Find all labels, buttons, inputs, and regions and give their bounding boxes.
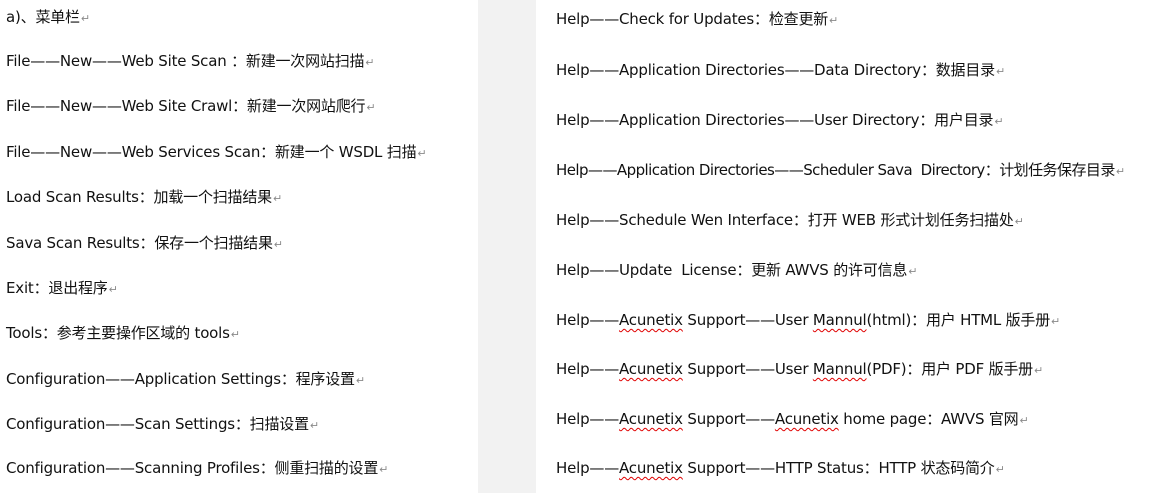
paragraph-mark-icon: ↵ [108,283,118,296]
paragraph-mark-icon: ↵ [995,463,1005,476]
paragraph-mark-icon: ↵ [272,192,282,205]
doc-line: Exit：退出程序↵ [6,279,118,297]
paragraph-mark-icon: ↵ [365,56,375,69]
spellcheck-word: Acunetix [619,311,683,329]
paragraph-mark-icon: ↵ [1115,165,1125,178]
doc-line: Help——Acunetix Support——User Mannul(PDF)… [556,360,1044,378]
doc-line: Tools：参考主要操作区域的 tools↵ [6,324,240,342]
spellcheck-word: Acunetix [619,410,683,428]
doc-line: File——New——Web Site Scan ：新建一次网站扫描↵ [6,52,375,70]
paragraph-mark-icon: ↵ [80,12,90,25]
spellcheck-word: Acunetix [774,410,839,428]
spellcheck-word: Mannul [812,311,867,329]
paragraph-mark-icon: ↵ [417,147,427,160]
spellcheck-word: Acunetix [619,459,683,477]
doc-line: Help——Acunetix Support——HTTP Status：HTTP… [556,459,1005,477]
doc-line: Help——Application Directories——User Dire… [556,111,1004,129]
doc-line: Help——Check for Updates：检查更新↵ [556,10,839,28]
doc-line: Help——Schedule Wen Interface：打开 WEB 形式计划… [556,211,1024,229]
paragraph-mark-icon: ↵ [230,328,240,341]
doc-line: File——New——Web Site Crawl：新建一次网站爬行↵ [6,97,376,115]
paragraph-mark-icon: ↵ [379,463,389,476]
paragraph-mark-icon: ↵ [1051,315,1061,328]
paragraph-mark-icon: ↵ [1019,414,1029,427]
menu-heading: a)、菜单栏↵ [6,8,90,26]
left-column: a)、菜单栏↵ File——New——Web Site Scan ：新建一次网站… [0,0,478,493]
paragraph-mark-icon: ↵ [995,65,1005,78]
doc-line: Configuration——Application Settings：程序设置… [6,370,365,388]
doc-line: Help——Acunetix Support——User Mannul(html… [556,311,1061,329]
right-column: Help——Check for Updates：检查更新↵ Help——Appl… [536,0,1172,493]
doc-line: Help——Application Directories——Scheduler… [556,161,1125,179]
paragraph-mark-icon: ↵ [273,238,283,251]
doc-line: Help——Update License：更新 AWVS 的许可信息↵ [556,261,918,279]
paragraph-mark-icon: ↵ [366,101,376,114]
doc-line: Help——Application Directories——Data Dire… [556,61,1005,79]
doc-line: Configuration——Scanning Profiles：侧重扫描的设置… [6,459,389,477]
doc-line: Configuration——Scan Settings：扫描设置↵ [6,415,319,433]
spellcheck-word: Mannul [812,360,867,378]
doc-line: Sava Scan Results：保存一个扫描结果↵ [6,234,283,252]
paragraph-mark-icon: ↵ [1014,215,1024,228]
paragraph-mark-icon: ↵ [1033,364,1044,377]
doc-line: File——New——Web Services Scan：新建一个 WSDL 扫… [6,143,427,161]
column-gap [478,0,536,493]
doc-line: Help——Acunetix Support——Acunetix home pa… [556,410,1029,428]
paragraph-mark-icon: ↵ [355,374,365,387]
paragraph-mark-icon: ↵ [994,115,1004,128]
spellcheck-word: Acunetix [619,360,683,378]
paragraph-mark-icon: ↵ [309,419,319,432]
doc-line: Load Scan Results：加载一个扫描结果↵ [6,188,282,206]
paragraph-mark-icon: ↵ [908,265,918,278]
paragraph-mark-icon: ↵ [829,14,839,27]
